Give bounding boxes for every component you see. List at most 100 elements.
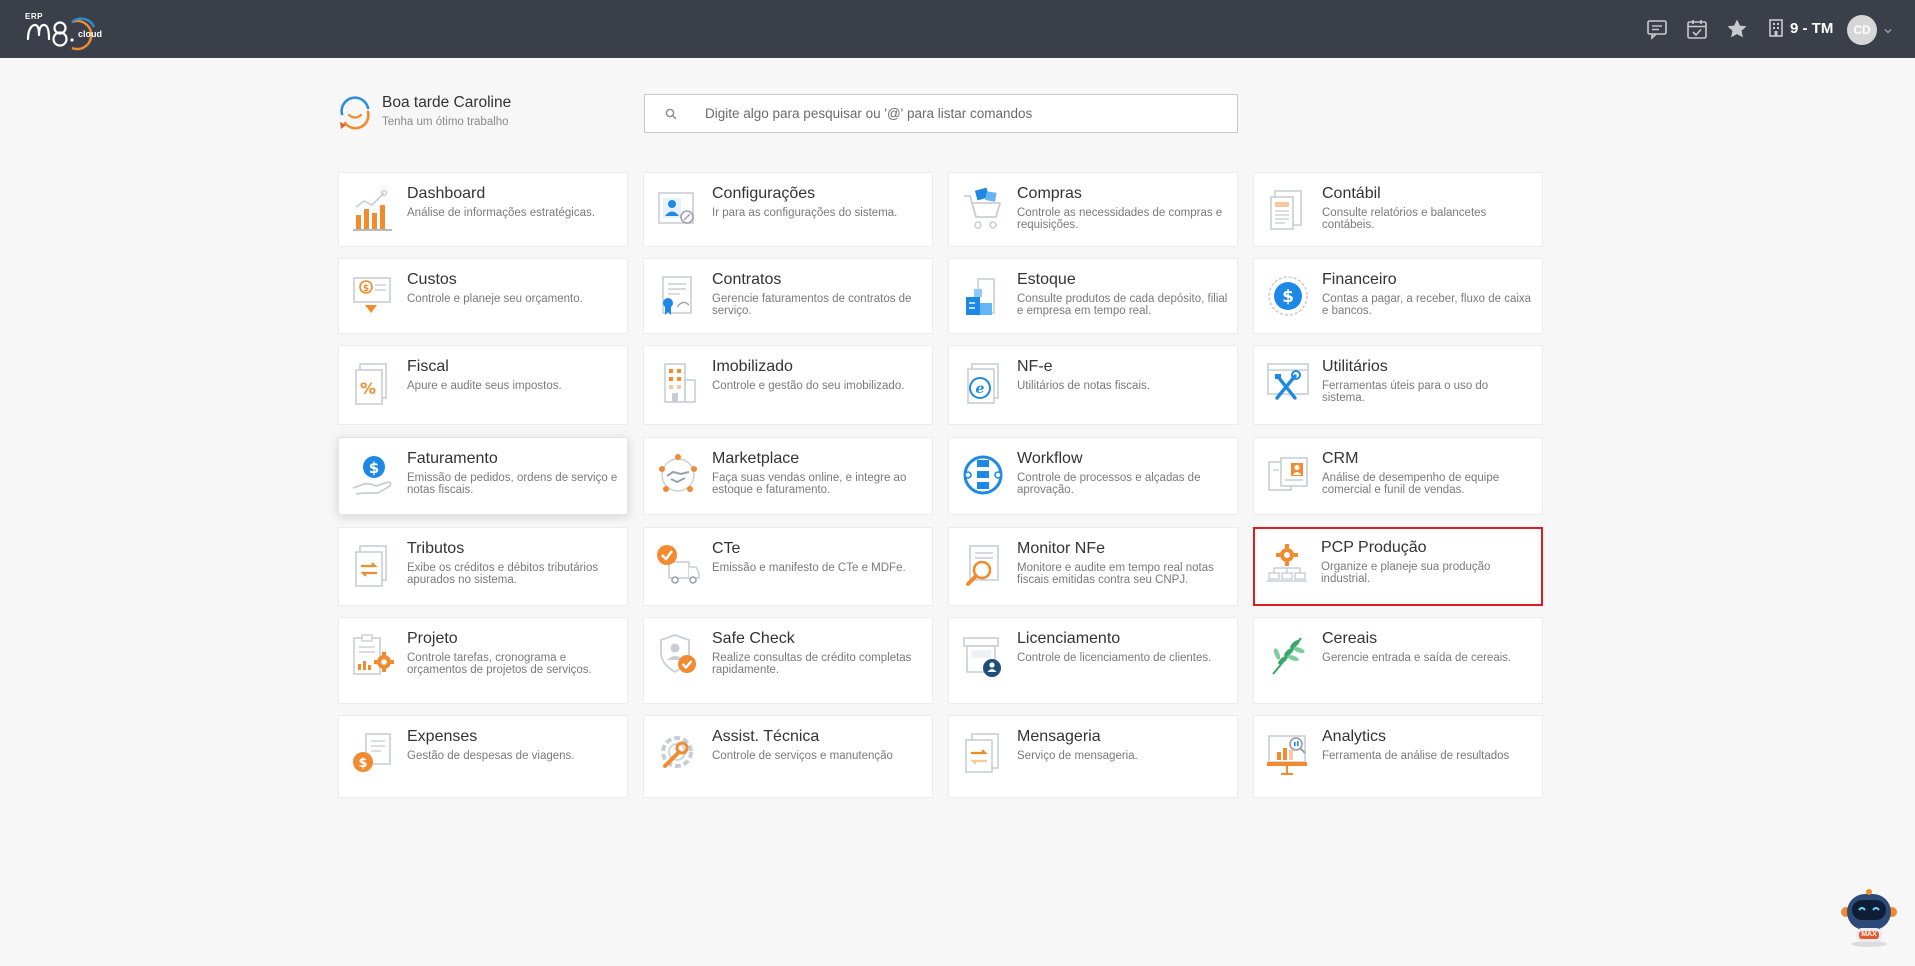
exchange-document-icon [350, 542, 396, 588]
module-card-nf-e[interactable]: e NF-e Utilitários de notas fiscais. [948, 345, 1238, 425]
warehouse-icon [960, 273, 1006, 319]
command-search[interactable] [644, 94, 1238, 133]
hand-dollar-icon: $ [350, 452, 396, 498]
max-assistant-robot-icon[interactable]: MAX [1838, 888, 1900, 948]
bar-chart-icon [350, 187, 396, 233]
module-title: Imobilizado [712, 358, 793, 375]
assistant-label: MAX [1861, 931, 1877, 938]
svg-text:%: % [360, 379, 376, 398]
calendar-check-icon[interactable] [1685, 17, 1709, 41]
module-card-licenciamento[interactable]: Licenciamento Controle de licenciamento d… [948, 617, 1238, 704]
module-title: Cereais [1322, 630, 1378, 647]
module-card-estoque[interactable]: Estoque Consulte produtos de cada depósit… [948, 258, 1238, 334]
module-description: Controle tarefas, cronograma e orçamento… [407, 652, 592, 676]
avatar-initials: CD [1853, 23, 1871, 37]
module-card-configuracoes[interactable]: Configurações Ir para as configurações do… [643, 172, 933, 247]
module-title: Assist. Técnica [712, 728, 820, 745]
module-title: Custos [407, 271, 457, 288]
company-selector[interactable]: 9 - TM [1768, 19, 1833, 37]
module-card-utilitarios[interactable]: Utilitários Ferramentas úteis para o uso … [1253, 345, 1543, 425]
module-card-mensageria[interactable]: Mensageria Serviço de mensageria. [948, 715, 1238, 798]
module-description: Ferramenta de análise de resultados [1322, 750, 1510, 762]
module-card-contabil[interactable]: Contábil Consulte relatórios e balancetes… [1253, 172, 1543, 247]
module-title: Tributos [407, 540, 465, 557]
star-icon[interactable] [1725, 17, 1749, 41]
m8-cloud-logo[interactable]: ERP cloud [22, 9, 114, 51]
module-card-marketplace[interactable]: Marketplace Faça suas vendas online, e in… [643, 437, 933, 515]
search-input[interactable] [705, 95, 1225, 132]
module-card-monitor-nfe[interactable]: Monitor NFe Monitore e audite em tempo re… [948, 527, 1238, 606]
greeting: Boa tarde Caroline Tenha um ótimo trabal… [337, 92, 587, 132]
module-description: Serviço de mensageria. [1017, 750, 1138, 762]
module-card-assist-tecnica[interactable]: Assist. Técnica Controle de serviços e ma… [643, 715, 933, 798]
company-label: 9 - TM [1790, 19, 1834, 37]
module-title: Workflow [1017, 450, 1083, 467]
module-description: Controle de serviços e manutenção [712, 750, 893, 762]
svg-text:$: $ [1282, 287, 1294, 307]
module-description: Consulte relatórios e balancetes contábe… [1322, 207, 1487, 231]
module-description: Realize consultas de crédito completas r… [712, 652, 912, 676]
module-description: Gerencie entrada e saída de cereais. [1322, 652, 1512, 664]
module-card-workflow[interactable]: Workflow Controle de processos e alçadas … [948, 437, 1238, 515]
module-card-imobilizado[interactable]: Imobilizado Controle e gestão do seu imob… [643, 345, 933, 425]
module-description: Gerencie faturamentos de contratos de se… [712, 293, 912, 317]
cost-icon: $ [350, 273, 396, 319]
module-card-custos[interactable]: $ Custos Controle e planeje seu orçamento. [338, 258, 628, 334]
wheat-icon [1265, 632, 1311, 678]
module-description: Emissão de pedidos, ordens de serviço e … [407, 472, 618, 496]
module-description: Gestão de despesas de viagens. [407, 750, 575, 762]
module-card-dashboard[interactable]: Dashboard Análise de informações estratég… [338, 172, 628, 247]
module-title: Contratos [712, 271, 782, 288]
analytics-board-icon [1265, 730, 1311, 776]
module-title: Financeiro [1322, 271, 1397, 288]
settings-profile-icon [655, 187, 701, 233]
module-card-cte[interactable]: CTe Emissão e manifesto de CTe e MDFe. [643, 527, 933, 606]
module-title: Licenciamento [1017, 630, 1121, 647]
svg-text:$: $ [358, 756, 367, 771]
tools-icon [1265, 360, 1311, 406]
module-card-faturamento[interactable]: $ Faturamento Emissão de pedidos, ordens d… [338, 437, 628, 515]
module-card-safe-check[interactable]: Safe Check Realize consultas de crédito c… [643, 617, 933, 704]
module-description: Análise de informações estratégicas. [407, 207, 595, 219]
workflow-icon [960, 452, 1006, 498]
svg-text:e: e [976, 381, 985, 397]
wrench-gear-icon [655, 730, 701, 776]
module-card-fiscal[interactable]: % Fiscal Apure e audite seus impostos. [338, 345, 628, 425]
project-gear-icon [350, 632, 396, 678]
chevron-down-icon[interactable] [1883, 23, 1893, 41]
building-icon [655, 360, 701, 406]
module-card-pcp-producao[interactable]: PCP Produção Organize e planeje sua produ… [1253, 527, 1543, 606]
module-card-compras[interactable]: Compras Controle as necessidades de compr… [948, 172, 1238, 247]
module-title: Expenses [407, 728, 478, 745]
module-card-expenses[interactable]: $ Expenses Gestão de despesas de viagens. [338, 715, 628, 798]
module-card-financeiro[interactable]: $ Financeiro Contas a pagar, a receber, fl… [1253, 258, 1543, 334]
smile-logo-icon [340, 96, 370, 130]
logo-erp-text: ERP [25, 12, 43, 21]
module-card-cereais[interactable]: Cereais Gerencie entrada e saída de cerea… [1253, 617, 1543, 704]
chat-icon[interactable] [1645, 17, 1669, 41]
module-title: Fiscal [407, 358, 449, 375]
svg-text:$: $ [363, 284, 369, 294]
module-card-crm[interactable]: CRM Análise de desempenho de equipe comer… [1253, 437, 1543, 515]
nfe-document-icon: e [960, 360, 1006, 406]
module-title: Projeto [407, 630, 458, 647]
building-icon [1769, 19, 1783, 37]
module-title: Utilitários [1322, 358, 1388, 375]
module-description: Apure e audite seus impostos. [407, 380, 562, 392]
module-card-contratos[interactable]: Contratos Gerencie faturamentos de contra… [643, 258, 933, 334]
module-card-analytics[interactable]: Analytics Ferramenta de análise de result… [1253, 715, 1543, 798]
module-card-tributos[interactable]: Tributos Exibe os créditos e débitos trib… [338, 527, 628, 606]
greeting-subtitle: Tenha um ótimo trabalho [382, 116, 509, 128]
truck-check-icon [655, 542, 701, 588]
module-title: Dashboard [407, 185, 486, 202]
avatar[interactable]: CD [1847, 15, 1877, 45]
module-description: Controle e planeje seu orçamento. [407, 293, 583, 305]
module-description: Exibe os créditos e débitos tributários … [407, 562, 599, 586]
contract-icon [655, 273, 701, 319]
module-description: Organize e planeje sua produção industri… [1321, 561, 1491, 585]
module-description: Controle de licenciamento de clientes. [1017, 652, 1212, 664]
module-description: Utilitários de notas fiscais. [1017, 380, 1150, 392]
module-card-projeto[interactable]: Projeto Controle tarefas, cronograma e or… [338, 617, 628, 704]
module-description: Monitore e audite em tempo real notas fi… [1017, 562, 1214, 586]
module-title: Mensageria [1017, 728, 1101, 745]
